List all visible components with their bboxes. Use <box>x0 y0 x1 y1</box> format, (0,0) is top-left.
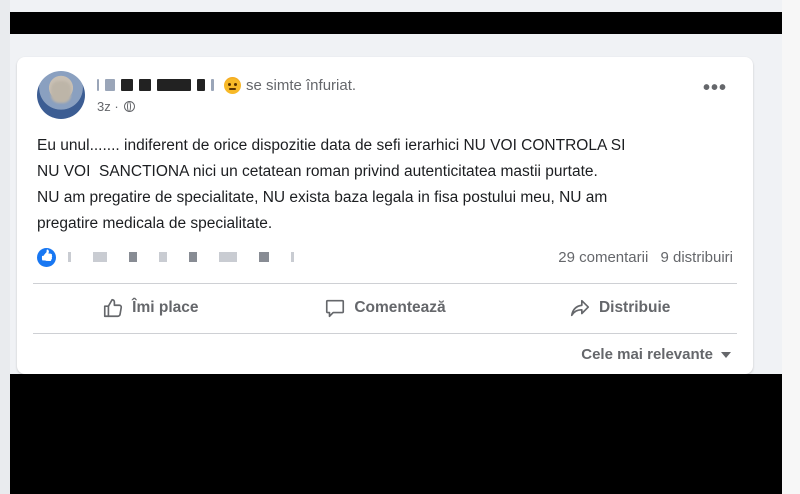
page-right-edge <box>782 0 800 494</box>
post-actions: Îmi place Comentează Distribuie <box>33 285 737 331</box>
page-left-edge <box>0 0 10 494</box>
blur-pixel <box>259 252 269 262</box>
avatar-blurred-face <box>51 81 71 103</box>
post-body: Eu unul....... indiferent de orice dispo… <box>37 133 737 237</box>
blur-pixel <box>189 252 197 262</box>
comment-button[interactable]: Comentează <box>268 285 503 331</box>
caret-down-icon <box>721 351 731 358</box>
share-button[interactable]: Distribuie <box>502 285 737 331</box>
comments-count[interactable]: 29 comentarii <box>558 249 648 266</box>
author-name-redacted[interactable] <box>121 79 133 91</box>
engagement-counts: 29 comentarii 9 distribuiri <box>558 249 733 266</box>
blur-pixel <box>219 252 237 262</box>
share-label: Distribuie <box>598 299 671 316</box>
blur-pixel <box>93 252 107 262</box>
angry-emoji-icon <box>224 76 241 94</box>
sort-label: Cele mai relevante <box>581 346 713 363</box>
blur-pixel <box>68 252 71 262</box>
author-name-redacted[interactable] <box>197 79 205 91</box>
like-button[interactable]: Îmi place <box>33 285 268 331</box>
like-label: Îmi place <box>132 299 199 316</box>
globe-icon[interactable] <box>123 101 135 112</box>
redaction-bar-bottom <box>10 374 782 494</box>
divider <box>33 333 737 334</box>
post-line: pregatire medicala de specialitate. <box>37 215 273 232</box>
comment-sort-dropdown[interactable]: Cele mai relevante <box>581 346 731 363</box>
blur-pixel <box>159 252 167 262</box>
author-name-redacted[interactable] <box>139 79 151 91</box>
author-name-redacted[interactable] <box>157 79 191 91</box>
author-name-row: se simte înfuriat. <box>97 75 356 95</box>
author-name-redacted[interactable] <box>105 79 115 91</box>
reactions-stats-row: 29 comentarii 9 distribuiri <box>37 246 733 268</box>
shares-count[interactable]: 9 distribuiri <box>660 249 733 266</box>
blur-pixel <box>291 252 294 262</box>
post-meta: 3z · <box>97 99 135 114</box>
post-card: se simte înfuriat. 3z · ••• Eu unul.....… <box>17 57 753 374</box>
feeling-text: se simte înfuriat. <box>246 76 357 94</box>
post-line: Eu unul....... indiferent de orice dispo… <box>37 137 626 154</box>
blur-pixel <box>129 252 137 262</box>
like-reaction-icon[interactable] <box>37 247 56 267</box>
post-line: NU am pregatire de specialitate, NU exis… <box>37 189 608 206</box>
comment-label: Comentează <box>354 299 446 316</box>
more-options-icon[interactable]: ••• <box>703 78 727 98</box>
author-avatar[interactable] <box>37 71 85 119</box>
thumbs-up-icon <box>104 298 123 318</box>
post-timestamp[interactable]: 3z · <box>97 99 119 114</box>
comment-bubble-icon <box>326 299 345 318</box>
share-arrow-icon <box>570 299 590 317</box>
reactors-names-blurred[interactable] <box>68 252 294 262</box>
redaction-bar-top <box>10 12 782 34</box>
divider <box>33 283 737 284</box>
author-name-redacted[interactable] <box>97 79 99 91</box>
post-line: NU VOI SANCTIONA nici un cetatean roman … <box>37 163 598 180</box>
author-name-redacted[interactable] <box>211 79 214 91</box>
